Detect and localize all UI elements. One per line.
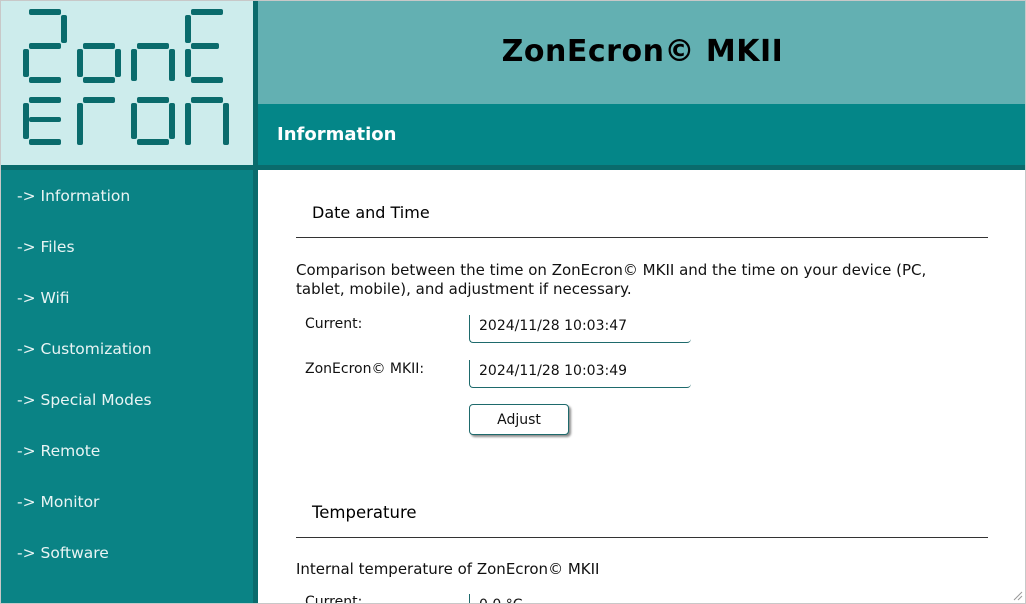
app-window: ZonEcron© MKII Information -> Informatio… <box>0 0 1026 604</box>
sidebar-item-monitor[interactable]: -> Monitor <box>17 493 99 511</box>
logo-segment-art <box>23 9 229 145</box>
device-time-input[interactable] <box>479 363 679 379</box>
logo <box>1 1 253 165</box>
sidebar-item-software[interactable]: -> Software <box>17 544 109 562</box>
section-header: Information <box>258 104 1025 170</box>
current-time-field[interactable] <box>469 315 691 343</box>
current-temperature-input[interactable] <box>479 597 679 603</box>
section-heading: Information <box>277 124 397 145</box>
current-time-input[interactable] <box>479 318 679 334</box>
resize-grip-icon[interactable] <box>1013 591 1023 601</box>
device-time-field[interactable] <box>469 360 691 388</box>
sidebar-item-information[interactable]: -> Information <box>17 187 130 205</box>
sidebar-item-wifi[interactable]: -> Wifi <box>17 289 70 307</box>
device-time-label: ZonEcron© MKII: <box>305 361 425 377</box>
app-title: ZonEcron© MKII <box>501 34 784 69</box>
sidebar-item-remote[interactable]: -> Remote <box>17 442 100 460</box>
sidebar-item-special-modes[interactable]: -> Special Modes <box>17 391 152 409</box>
adjust-button[interactable]: Adjust <box>469 404 569 435</box>
sidebar-item-files[interactable]: -> Files <box>17 238 75 256</box>
sidebar-item-customization[interactable]: -> Customization <box>17 340 152 358</box>
date-time-description: Comparison between the time on ZonEcron©… <box>296 261 927 298</box>
current-time-label: Current: <box>305 316 363 332</box>
sidebar: -> Information -> Files -> Wifi -> Custo… <box>1 170 253 603</box>
temperature-description: Internal temperature of ZonEcron© MKII <box>296 560 600 578</box>
temperature-title: Temperature <box>312 503 417 522</box>
current-temperature-field[interactable] <box>469 594 691 603</box>
date-time-title: Date and Time <box>312 203 430 222</box>
date-time-divider <box>296 237 988 238</box>
current-temperature-label: Current: <box>305 594 363 604</box>
temperature-divider <box>296 537 988 538</box>
main-content: Date and Time Comparison between the tim… <box>258 170 1018 604</box>
